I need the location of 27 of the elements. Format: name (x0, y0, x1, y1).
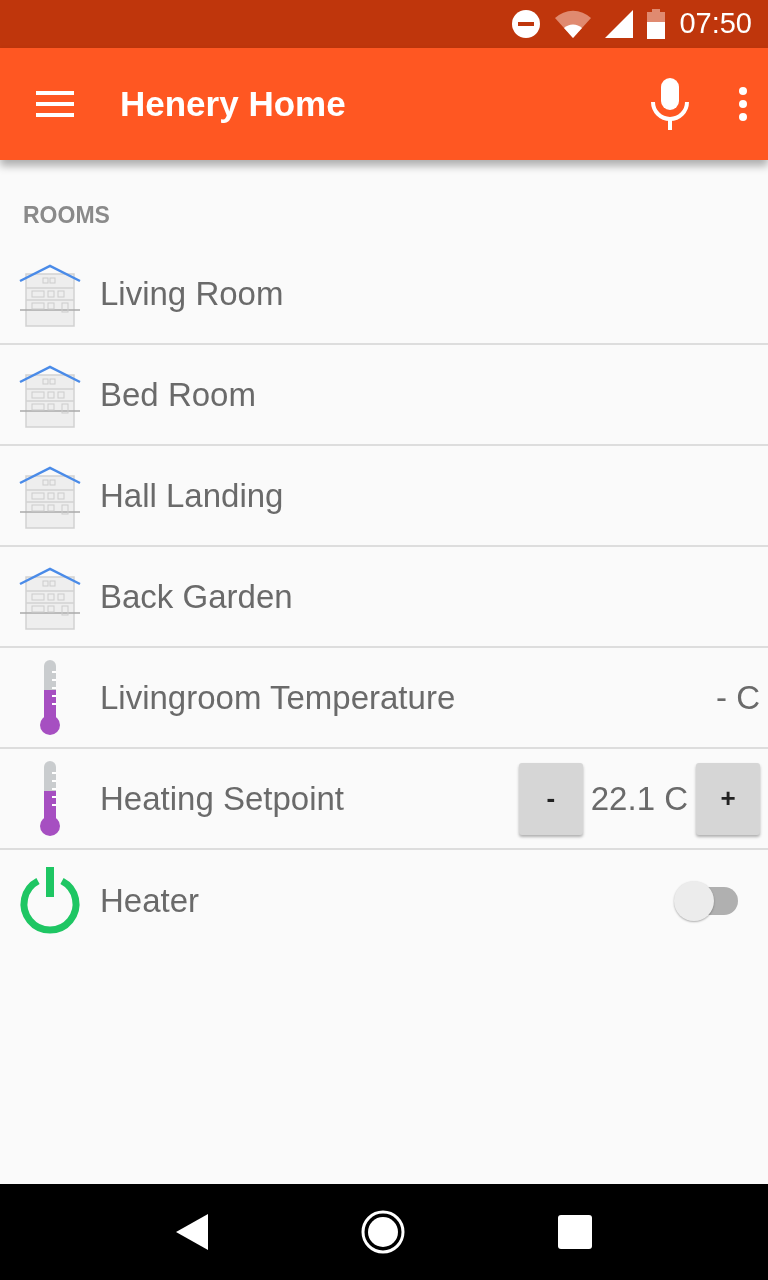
item-label: Hall Landing (100, 475, 285, 516)
clock-time: 07:50 (679, 6, 752, 42)
item-label: Bed Room (100, 374, 257, 415)
item-label: Heater (100, 880, 201, 921)
setpoint-value: 22.1 C (590, 778, 688, 819)
more-options-icon[interactable] (738, 87, 748, 121)
toggle-switch[interactable] (674, 880, 738, 921)
home-icon[interactable] (360, 1209, 406, 1255)
temperature-reading: - C (716, 677, 760, 718)
menu-icon[interactable] (36, 90, 74, 118)
battery-icon (647, 9, 666, 39)
back-icon[interactable] (176, 1214, 208, 1250)
decrease-button[interactable]: - (518, 762, 583, 835)
thermometer-icon (38, 659, 62, 736)
item-label: Living Room (100, 273, 285, 314)
do-not-disturb-icon (511, 9, 542, 39)
power-icon (18, 866, 82, 935)
increase-button[interactable]: + (696, 762, 760, 835)
wifi-icon (555, 10, 592, 38)
item-label: Livingroom Temperature (100, 677, 457, 718)
signal-icon (605, 10, 634, 38)
thermometer-icon (38, 760, 62, 837)
item-label: Back Garden (100, 576, 294, 617)
microphone-icon[interactable] (650, 78, 690, 130)
section-header: ROOMS (23, 202, 110, 228)
item-label: Heating Setpoint (100, 778, 345, 819)
app-title: Henery Home (120, 82, 347, 125)
